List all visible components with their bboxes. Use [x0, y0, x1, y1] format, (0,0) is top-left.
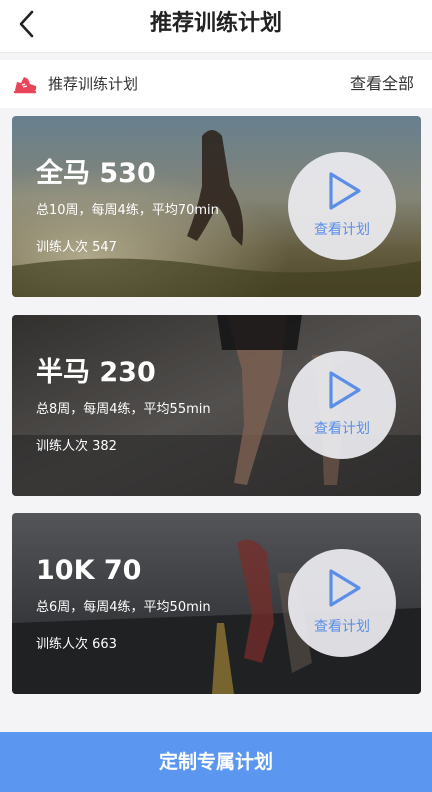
view-plan-button[interactable]: 查看计划	[288, 152, 396, 260]
play-triangle-icon	[329, 172, 361, 210]
plan-card-10k[interactable]: 10K 70 总6周，每周4练，平均50min 训练人次 663 查看计划	[12, 513, 421, 694]
plan-title: 半马 230	[36, 357, 156, 388]
plan-participants: 训练人次 547	[36, 240, 117, 255]
play-triangle-icon	[329, 371, 361, 409]
view-plan-label: 查看计划	[314, 421, 370, 437]
plan-summary: 总8周，每周4练，平均55min	[36, 402, 211, 417]
plan-summary: 总6周，每周4练，平均50min	[36, 600, 211, 615]
plan-participants: 训练人次 382	[36, 439, 117, 454]
page-title: 推荐训练计划	[149, 11, 282, 36]
view-plan-button[interactable]: 查看计划	[288, 549, 396, 657]
view-all-link[interactable]: 查看全部	[350, 72, 414, 96]
view-plan-label: 查看计划	[314, 619, 370, 635]
plan-title: 全马 530	[36, 158, 156, 189]
running-shoe-icon	[13, 77, 37, 94]
plan-card-half-marathon[interactable]: 半马 230 总8周，每周4练，平均55min 训练人次 382 查看计划	[12, 315, 421, 496]
customize-plan-button[interactable]: 定制专属计划	[0, 732, 432, 792]
plan-participants: 训练人次 663	[36, 637, 117, 652]
nav-bar: 推荐训练计划	[0, 0, 432, 53]
view-plan-button[interactable]: 查看计划	[288, 351, 396, 459]
section-title: 推荐训练计划	[48, 75, 139, 93]
plan-summary: 总10周，每周4练，平均70min	[36, 203, 219, 218]
plan-card-full-marathon[interactable]: 全马 530 总10周，每周4练，平均70min 训练人次 547 查看计划	[12, 116, 421, 297]
play-triangle-icon	[329, 569, 361, 607]
plan-title: 10K 70	[36, 555, 142, 586]
view-plan-label: 查看计划	[314, 222, 370, 238]
section-header: 推荐训练计划 查看全部	[0, 60, 432, 108]
